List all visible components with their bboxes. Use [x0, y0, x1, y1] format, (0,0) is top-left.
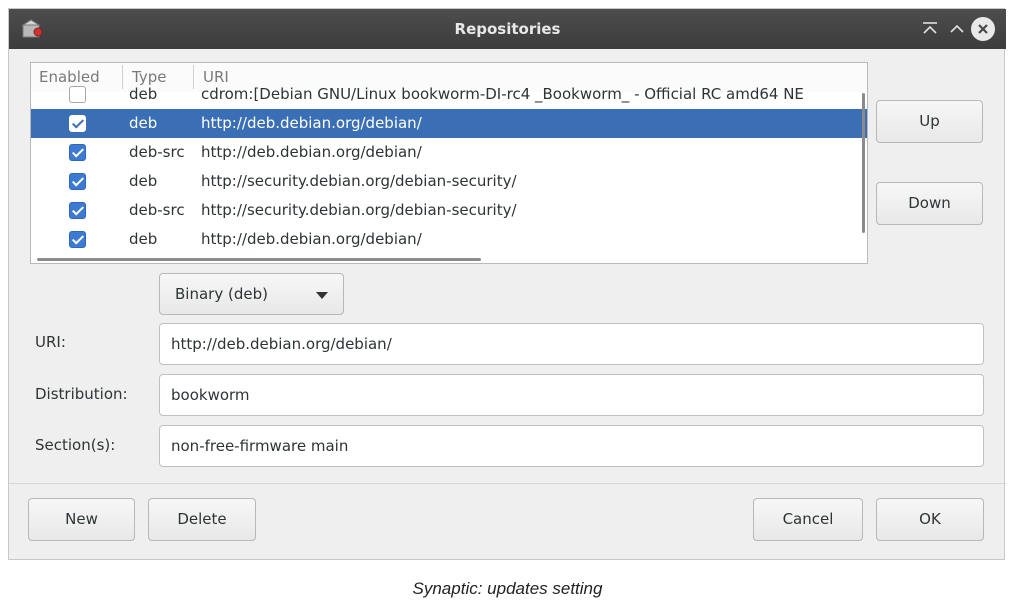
table-row[interactable]: deb http://deb.debian.org/debian/	[31, 225, 867, 254]
row-type: deb-src	[129, 201, 185, 219]
sections-field[interactable]	[159, 425, 984, 467]
uri-label: URI:	[35, 333, 66, 351]
repository-list[interactable]: Enabled Type URI deb cdrom:[Debian GNU/Li…	[30, 62, 868, 264]
close-icon[interactable]	[971, 17, 995, 41]
vertical-scrollbar[interactable]	[862, 93, 865, 233]
row-uri: http://deb.debian.org/debian/	[201, 230, 422, 248]
delete-button[interactable]: Delete	[148, 498, 256, 541]
maximize-icon[interactable]	[946, 18, 968, 40]
enabled-checkbox[interactable]	[69, 144, 86, 161]
enabled-checkbox[interactable]	[69, 202, 86, 219]
cancel-button[interactable]: Cancel	[753, 498, 863, 541]
row-type: deb	[129, 114, 158, 132]
window-title: Repositories	[454, 20, 561, 38]
row-uri: http://security.debian.org/debian-securi…	[201, 201, 517, 219]
footer-divider	[9, 483, 1006, 484]
shade-icon[interactable]	[919, 18, 941, 40]
new-button[interactable]: New	[28, 498, 135, 541]
table-row[interactable]: deb http://security.debian.org/debian-sec…	[31, 167, 867, 196]
sections-label: Section(s):	[35, 436, 116, 454]
row-type: deb	[129, 172, 158, 190]
title-bar: Repositories	[9, 9, 1006, 49]
table-row[interactable]: deb cdrom:[Debian GNU/Linux bookworm-DI-r…	[31, 80, 867, 109]
dropdown-arrow-icon	[316, 292, 328, 299]
distribution-field[interactable]	[159, 374, 984, 416]
type-select[interactable]: Binary (deb)	[159, 273, 344, 315]
enabled-checkbox[interactable]	[69, 173, 86, 190]
ok-button[interactable]: OK	[876, 498, 984, 541]
table-row[interactable]: deb-src http://deb.debian.org/debian/	[31, 138, 867, 167]
distribution-label: Distribution:	[35, 385, 128, 403]
row-uri: cdrom:[Debian GNU/Linux bookworm-DI-rc4 …	[201, 85, 804, 103]
row-uri: http://security.debian.org/debian-securi…	[201, 172, 517, 190]
figure-caption: Synaptic: updates setting	[412, 579, 603, 598]
row-uri: http://deb.debian.org/debian/	[201, 114, 422, 132]
repositories-dialog: Repositories Enabled Type URI deb cdrom:[…	[8, 8, 1006, 560]
table-row[interactable]: deb http://deb.debian.org/debian/	[31, 109, 867, 138]
type-select-value: Binary (deb)	[175, 285, 268, 303]
down-button[interactable]: Down	[876, 182, 983, 225]
up-button[interactable]: Up	[876, 100, 983, 143]
table-row[interactable]: deb-src http://security.debian.org/debian…	[31, 196, 867, 225]
row-type: deb-src	[129, 143, 185, 161]
enabled-checkbox[interactable]	[69, 115, 86, 132]
horizontal-scrollbar[interactable]	[37, 258, 481, 261]
row-uri: http://deb.debian.org/debian/	[201, 143, 422, 161]
row-type: deb	[129, 230, 158, 248]
enabled-checkbox[interactable]	[69, 86, 86, 103]
row-type: deb	[129, 85, 158, 103]
uri-field[interactable]	[159, 323, 984, 365]
enabled-checkbox[interactable]	[69, 231, 86, 248]
